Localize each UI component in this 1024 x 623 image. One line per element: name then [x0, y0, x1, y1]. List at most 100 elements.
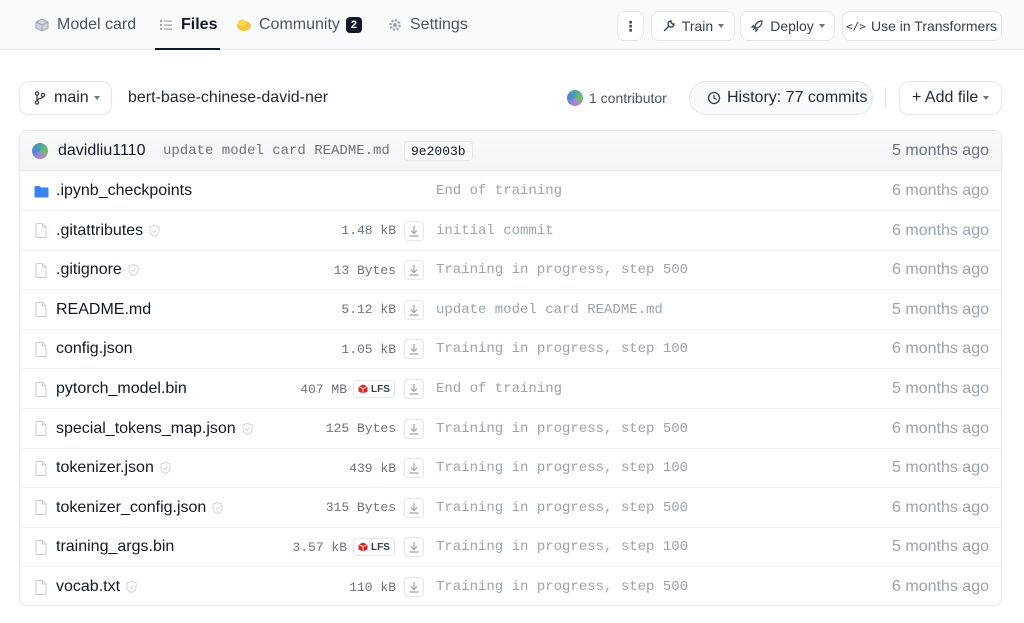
lfs-cube-icon — [358, 542, 368, 552]
file-commit-message[interactable]: Training in progress, step 100 — [436, 448, 688, 488]
branch-name: main — [54, 89, 89, 106]
file-row[interactable]: vocab.txt 110 kB Training in progress, ste… — [20, 567, 1001, 605]
file-date: 5 months ago — [892, 538, 989, 556]
chevron-down-icon — [93, 96, 100, 100]
file-commit-message[interactable]: Training in progress, step 500 — [436, 250, 688, 290]
commit-author[interactable]: davidliu1110 — [58, 131, 145, 171]
train-button[interactable]: Train — [651, 11, 735, 41]
file-icon — [33, 539, 49, 555]
use-in-transformers-label: Use in Transformers — [870, 18, 998, 34]
file-name-link[interactable]: vocab.txt — [56, 567, 138, 605]
file-date: 5 months ago — [892, 380, 989, 397]
tab-files[interactable]: Files — [155, 0, 221, 50]
file-size: 5.12 kB — [341, 302, 396, 318]
file-date: 5 months ago — [892, 459, 989, 477]
file-name-link[interactable]: pytorch_model.bin — [56, 369, 187, 409]
deploy-button[interactable]: Deploy — [740, 11, 835, 41]
file-name: .ipynb_checkpoints — [56, 182, 193, 199]
file-table: davidliu1110 update model card README.md… — [19, 130, 1002, 606]
download-icon[interactable] — [404, 577, 424, 597]
shield-check-icon — [160, 462, 172, 475]
file-name-link[interactable]: special_tokens_map.json — [56, 409, 254, 449]
deploy-label: Deploy — [770, 18, 814, 34]
file-name: .gitignore — [56, 261, 122, 279]
file-commit-message[interactable]: End of training — [436, 369, 562, 409]
download-icon[interactable] — [404, 260, 424, 281]
download-icon[interactable] — [404, 220, 424, 241]
file-row[interactable]: .gitignore 13 Bytes Training in progress, … — [20, 250, 1001, 291]
shield-check-icon — [242, 422, 254, 435]
branch-selector[interactable]: main — [19, 81, 112, 115]
file-date: 6 months ago — [892, 419, 989, 437]
file-name: tokenizer.json — [56, 459, 154, 477]
lfs-badge: LFS — [353, 380, 395, 398]
community-icon — [236, 17, 252, 33]
contributors-link[interactable]: 1 contributor — [567, 81, 667, 115]
commit-message[interactable]: update model card README.md — [163, 131, 390, 171]
use-in-transformers-button[interactable]: </> Use in Transformers — [842, 11, 1002, 41]
shield-check-icon — [149, 224, 161, 237]
tab-settings[interactable]: Settings — [387, 0, 468, 50]
file-row[interactable]: special_tokens_map.json 125 Bytes Training… — [20, 409, 1001, 449]
file-row[interactable]: pytorch_model.bin 407 MB LFS End of trainin… — [20, 369, 1001, 409]
shield-check-icon — [212, 501, 224, 514]
file-size: 407 MB — [300, 381, 347, 397]
file-row[interactable]: README.md 5.12 kB update model card README… — [20, 290, 1001, 330]
file-icon — [33, 223, 49, 239]
file-date: 6 months ago — [892, 578, 989, 595]
file-name-link[interactable]: tokenizer.json — [56, 448, 172, 488]
branch-icon — [34, 91, 46, 105]
download-icon[interactable] — [404, 458, 424, 479]
download-icon[interactable] — [404, 299, 424, 320]
download-icon[interactable] — [404, 418, 424, 439]
file-commit-message[interactable]: update model card README.md — [436, 290, 663, 330]
chevron-down-icon — [983, 96, 990, 100]
file-name-link[interactable]: config.json — [56, 329, 133, 369]
history-icon — [707, 91, 721, 105]
download-icon[interactable] — [404, 379, 424, 399]
file-name-link[interactable]: .gitattributes — [56, 211, 161, 251]
file-row[interactable]: training_args.bin 3.57 kB LFS Training in p… — [20, 527, 1001, 568]
file-name-link[interactable]: .ipynb_checkpoints — [56, 171, 192, 211]
file-row[interactable]: tokenizer_config.json 315 Bytes Training i… — [20, 488, 1001, 528]
file-commit-message[interactable]: Training in progress, step 100 — [436, 329, 688, 369]
download-icon[interactable] — [404, 497, 424, 518]
commit-hash[interactable]: 9e2003b — [404, 141, 473, 161]
more-options-button[interactable]: ⋮ — [617, 11, 644, 41]
download-icon[interactable] — [404, 339, 424, 360]
download-icon[interactable] — [404, 537, 424, 558]
file-commit-message[interactable]: Training in progress, step 100 — [436, 527, 688, 567]
file-name-link[interactable]: .gitignore — [56, 250, 140, 290]
file-name-link[interactable]: tokenizer_config.json — [56, 488, 224, 528]
file-size: 439 kB — [349, 460, 396, 476]
tab-model-card[interactable]: Model card — [34, 0, 136, 50]
file-name: pytorch_model.bin — [56, 380, 187, 397]
file-date: 6 months ago — [892, 498, 989, 516]
file-row[interactable]: .gitattributes 1.48 kB initial commit 6 mon… — [20, 211, 1001, 251]
file-row[interactable]: config.json 1.05 kB Training in progress, … — [20, 329, 1001, 370]
file-name-link[interactable]: training_args.bin — [56, 527, 174, 567]
file-commit-message[interactable]: initial commit — [436, 211, 554, 251]
file-commit-message[interactable]: Training in progress, step 500 — [436, 409, 688, 449]
file-size: 13 Bytes — [333, 262, 396, 278]
chevron-down-icon — [818, 24, 825, 28]
tab-label: Settings — [410, 16, 468, 33]
file-commit-message[interactable]: Training in progress, step 500 — [436, 488, 688, 528]
repo-tab-bar: Model card Files Community 2 Settings ⋮ … — [0, 0, 1024, 50]
chevron-down-icon — [718, 24, 725, 28]
repo-name: bert-base-chinese-david-ner — [128, 89, 329, 106]
train-label: Train — [681, 18, 714, 34]
more-icon: ⋮ — [623, 17, 638, 34]
file-row[interactable]: tokenizer.json 439 kB Training in progress… — [20, 448, 1001, 489]
file-size: 110 kB — [349, 579, 396, 595]
contributors-label: 1 contributor — [589, 90, 667, 106]
folder-row[interactable]: .ipynb_checkpoints End of training 6 month… — [20, 171, 1001, 211]
file-commit-message[interactable]: End of training — [436, 171, 562, 211]
tab-label: Model card — [57, 16, 137, 33]
tab-community[interactable]: Community 2 — [236, 0, 362, 50]
add-file-button[interactable]: + Add file — [899, 81, 1002, 115]
file-commit-message[interactable]: Training in progress, step 500 — [436, 567, 688, 605]
file-size: 1.48 kB — [341, 223, 396, 239]
history-button[interactable]: History: 77 commits — [689, 81, 873, 115]
file-name-link[interactable]: README.md — [56, 290, 151, 330]
